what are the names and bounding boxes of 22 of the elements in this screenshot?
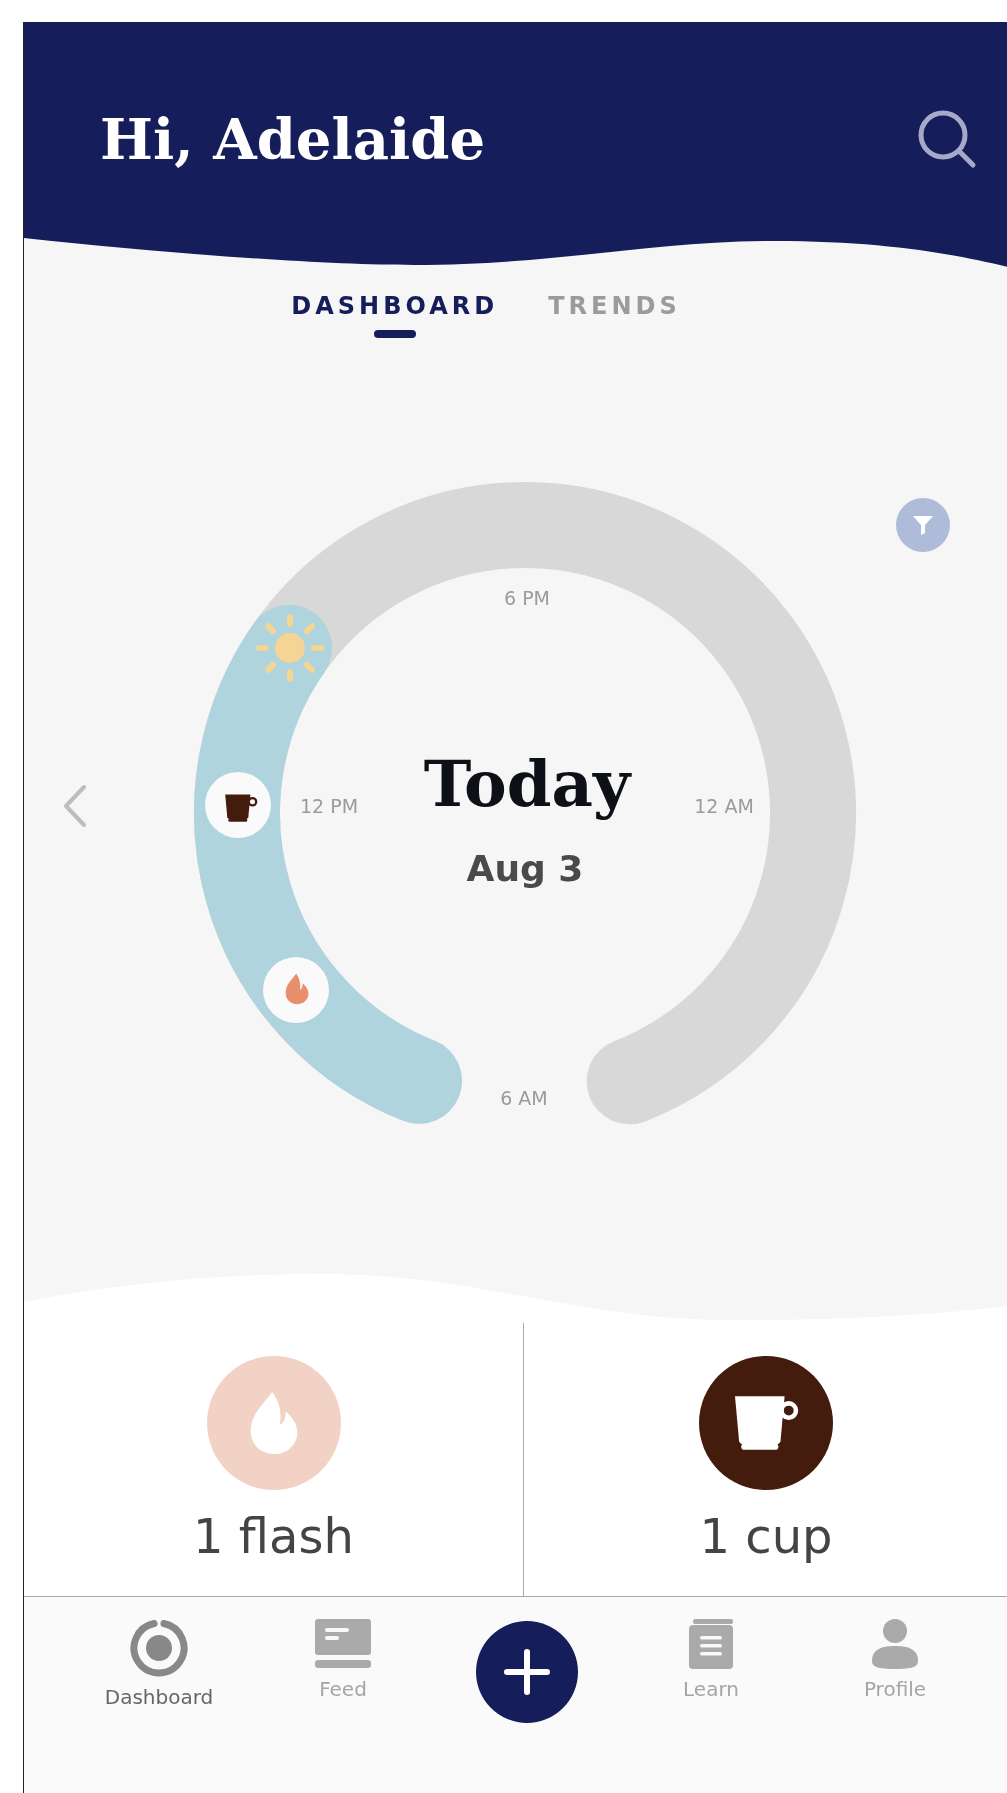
summary-text: 1 cup xyxy=(699,1508,833,1564)
hour-label: 6 PM xyxy=(504,587,550,609)
tab[interactable]: TRENDS xyxy=(548,292,681,352)
date-label: Aug 3 xyxy=(466,847,584,889)
filter-icon xyxy=(911,513,935,537)
greeting-title: Hi, Adelaide xyxy=(100,106,486,172)
hour-label: 12 AM xyxy=(694,795,754,817)
plus-icon xyxy=(503,1648,551,1696)
nav-item[interactable]: Profile xyxy=(863,1597,927,1701)
search-button[interactable] xyxy=(916,108,978,170)
feed-icon xyxy=(315,1619,371,1669)
profile-icon xyxy=(872,1619,918,1669)
hour-label: 6 AM xyxy=(500,1087,548,1109)
nav-item[interactable]: Learn xyxy=(683,1597,739,1701)
summary-text: 1 flash xyxy=(193,1508,354,1564)
nav-item[interactable]: Feed xyxy=(315,1597,371,1701)
ring-icon xyxy=(130,1619,188,1677)
nav-item[interactable]: Dashboard xyxy=(104,1597,214,1709)
day-title: Today xyxy=(423,745,631,821)
search-icon xyxy=(916,108,978,170)
book-icon xyxy=(689,1619,733,1669)
tab[interactable]: DASHBOARD xyxy=(291,292,499,352)
